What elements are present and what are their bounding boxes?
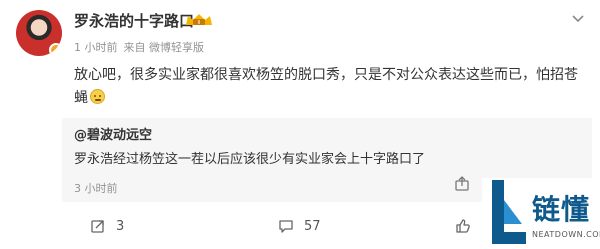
repost-icon	[91, 220, 104, 233]
chevron-down-icon[interactable]	[570, 10, 586, 26]
verified-badge-icon	[49, 43, 62, 56]
repost-text: 罗永浩经过杨笠这一茬以后应该很少有实业家会上十字路口了	[74, 152, 426, 167]
svg-text:II: II	[198, 20, 201, 26]
like-icon	[456, 219, 470, 233]
post-time[interactable]: 1 小时前	[74, 41, 118, 54]
post-source: 来自 微博轻享版	[123, 41, 205, 54]
repost-button[interactable]: 3	[90, 218, 124, 234]
comment-button[interactable]: 57	[278, 218, 321, 234]
vip-crown-icon: II	[186, 14, 212, 26]
watermark-name: 链懂	[532, 193, 591, 226]
comment-count: 57	[304, 218, 321, 234]
smile-emoji-icon	[90, 89, 105, 104]
watermark-l-icon	[492, 180, 526, 244]
repost-author[interactable]: @碧波动远空	[74, 124, 152, 143]
like-button[interactable]	[455, 218, 481, 234]
post-text: 放心吧，很多实业家都很喜欢杨笠的脱口秀，只是不对公众表达这些而已，怕招苍蝇	[74, 64, 584, 110]
watermark-url: NEATDOWN.COM	[532, 230, 600, 239]
post-meta: 1 小时前 来自 微博轻享版	[74, 39, 210, 55]
share-icon[interactable]	[454, 176, 470, 192]
post-body: 放心吧，很多实业家都很喜欢杨笠的脱口秀，只是不对公众表达这些而已，怕招苍蝇	[74, 67, 578, 106]
repost-count: 3	[116, 218, 125, 234]
watermark-logo: 链懂 NEATDOWN.COM	[482, 178, 600, 249]
comment-icon	[279, 220, 293, 233]
author-name[interactable]: 罗永浩的十字路口	[74, 10, 194, 31]
repost-time[interactable]: 3 小时前	[74, 180, 118, 196]
avatar[interactable]	[16, 10, 62, 56]
